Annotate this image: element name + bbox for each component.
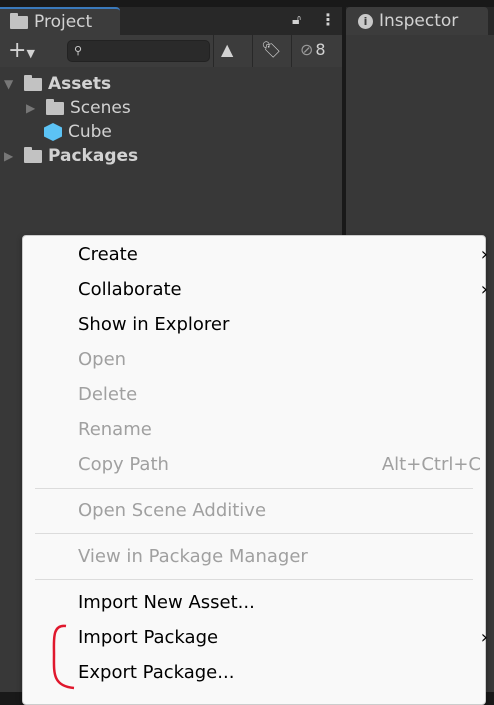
search-icon: ⚲: [74, 44, 83, 57]
tree-item-cube[interactable]: Cube: [44, 120, 112, 144]
folder-icon: [24, 146, 42, 163]
tree-item-scenes[interactable]: ▶ Scenes: [26, 96, 131, 120]
menu-label: Open: [78, 349, 127, 370]
menu-item-copy-path: Copy Path Alt+Ctrl+C: [78, 450, 481, 480]
divider: [252, 35, 253, 67]
tab-label: Inspector: [379, 11, 459, 31]
shortcut: Alt+Ctrl+C: [381, 454, 481, 475]
red-annotation-bracket: [52, 624, 75, 690]
add-button[interactable]: +▼: [8, 38, 35, 63]
lock-icon[interactable]: 🔓︎: [292, 12, 301, 28]
menu-item-collaborate[interactable]: Collaborate ›: [78, 275, 488, 305]
menu-label: Open Scene Additive: [78, 500, 267, 521]
tree-label: Cube: [68, 122, 112, 142]
tree-item-assets[interactable]: ▼ Assets: [4, 72, 111, 96]
collapsed-arrow-icon[interactable]: ▶: [26, 101, 40, 115]
tab-project[interactable]: Project: [0, 7, 120, 35]
menu-item-show-in-explorer[interactable]: Show in Explorer: [78, 310, 478, 340]
more-options-icon[interactable]: ⋮: [320, 10, 336, 29]
menu-label: Copy Path: [78, 454, 169, 475]
menu-label: Rename: [78, 419, 152, 440]
tree-label: Assets: [48, 74, 112, 94]
search-input[interactable]: ⚲: [67, 40, 210, 62]
menu-item-open: Open: [78, 345, 478, 375]
tree-label: Packages: [48, 146, 139, 166]
tab-label: Project: [34, 12, 93, 32]
menu-label: Show in Explorer: [78, 314, 230, 335]
eye-slash-icon: ⊘: [300, 40, 314, 59]
menu-separator: [35, 488, 473, 489]
menu-item-rename: Rename: [78, 415, 478, 445]
tab-inspector[interactable]: i Inspector: [346, 7, 488, 35]
menu-separator: [35, 579, 473, 580]
menu-label: Create: [78, 244, 138, 265]
tree-item-packages[interactable]: ▶ Packages: [4, 144, 138, 168]
open-folder-icon: [24, 74, 42, 91]
menu-item-create[interactable]: Create ›: [78, 240, 488, 270]
divider: [291, 35, 292, 67]
cube-icon: [44, 123, 62, 141]
menu-item-delete: Delete: [78, 380, 478, 410]
filter-by-label-icon[interactable]: 🏷︎: [261, 40, 281, 59]
expanded-arrow-icon[interactable]: ▼: [4, 77, 18, 91]
tree-label: Scenes: [70, 98, 131, 118]
folder-icon: [46, 98, 64, 115]
submenu-arrow-icon: ›: [480, 627, 488, 648]
menu-label: Export Package...: [78, 662, 235, 683]
menu-label: Import Package: [78, 627, 219, 648]
hidden-packages-toggle[interactable]: ⊘ 8: [300, 40, 326, 59]
menu-label: View in Package Manager: [78, 546, 308, 567]
menu-label: Delete: [78, 384, 138, 405]
submenu-arrow-icon: ›: [480, 279, 488, 300]
menu-item-import-new-asset[interactable]: Import New Asset...: [78, 588, 478, 618]
menu-item-import-package[interactable]: Import Package ›: [78, 623, 488, 653]
divider: [213, 35, 214, 67]
menu-item-view-in-package-manager: View in Package Manager: [78, 542, 478, 572]
menu-label: Import New Asset...: [78, 592, 255, 613]
hidden-count: 8: [315, 40, 326, 59]
folder-icon: [10, 12, 28, 29]
submenu-arrow-icon: ›: [480, 244, 488, 265]
info-icon: i: [358, 13, 373, 29]
menu-item-open-scene-additive: Open Scene Additive: [78, 496, 478, 526]
menu-item-export-package[interactable]: Export Package...: [78, 658, 478, 688]
menu-label: Collaborate: [78, 279, 182, 300]
context-menu: Create › Collaborate › Show in Explorer Op…: [22, 235, 488, 705]
menu-separator: [35, 533, 473, 534]
filter-by-type-icon[interactable]: ▲: [221, 40, 233, 59]
collapsed-arrow-icon[interactable]: ▶: [4, 149, 18, 163]
